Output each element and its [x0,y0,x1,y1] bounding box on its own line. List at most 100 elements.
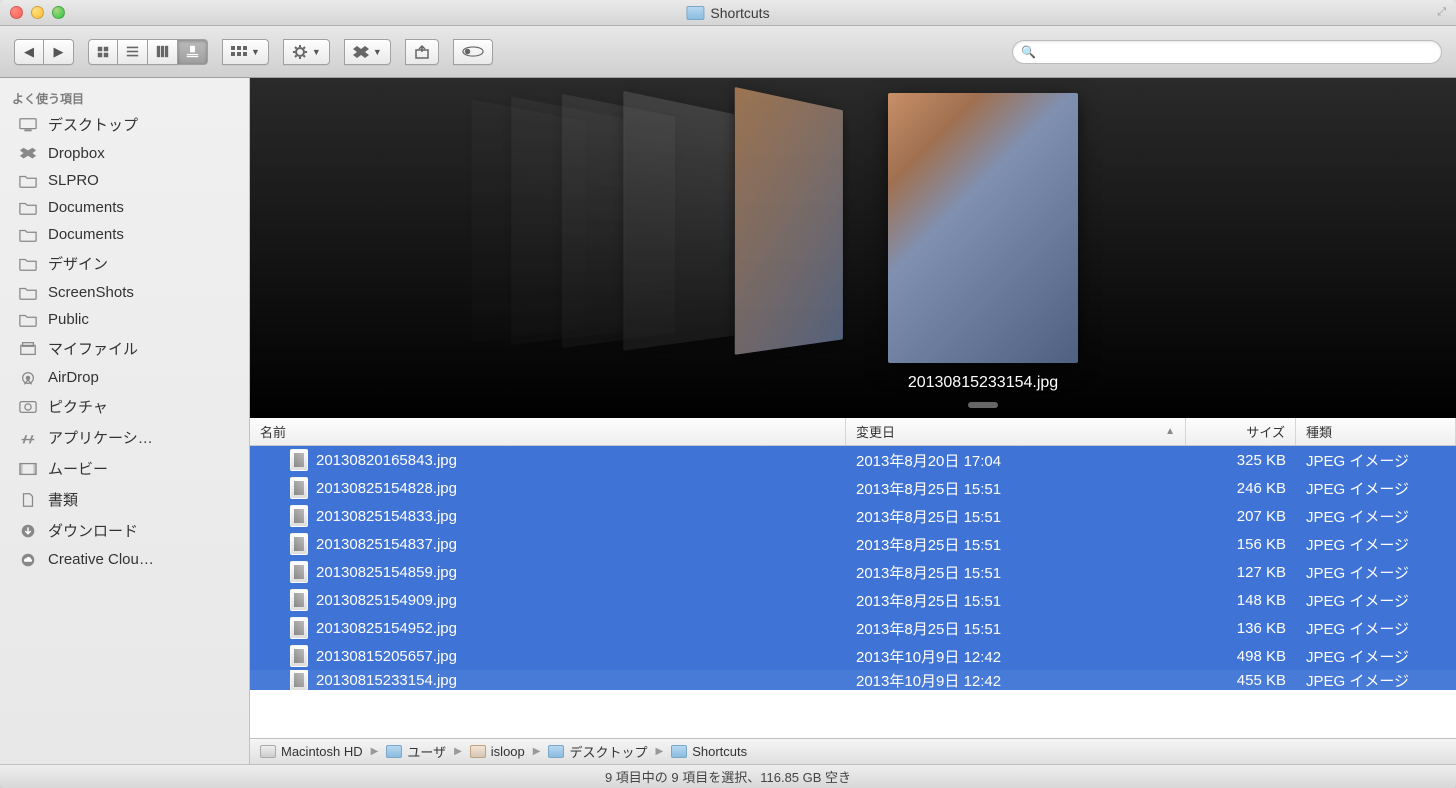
folder-icon [548,745,564,758]
file-icon [290,533,308,555]
view-buttons [88,39,208,65]
search-input[interactable] [1040,44,1433,59]
back-button[interactable]: ◀ [14,39,44,65]
minimize-button[interactable] [31,6,44,19]
sidebar-item[interactable]: ダウンロード [0,515,249,546]
chevron-right-icon: ▶ [371,746,379,757]
coverflow-item[interactable] [623,91,734,351]
file-name: 20130815205657.jpg [316,648,457,665]
sidebar-item-label: SLPRO [48,172,99,189]
list-header: 名前 変更日▲ サイズ 種類 [250,418,1456,446]
path-segment[interactable]: Shortcuts [671,744,747,759]
file-kind: JPEG イメージ [1296,642,1456,671]
arrange-group: ▼ [222,39,269,65]
sort-indicator-icon: ▲ [1165,426,1175,437]
file-name: 20130825154909.jpg [316,592,457,609]
sidebar-item-label: デスクトップ [48,114,138,135]
table-row[interactable]: 20130825154952.jpg 2013年8月25日 15:51 136 … [250,614,1456,642]
search-icon: 🔍 [1021,45,1036,59]
coverflow-item[interactable] [735,87,843,355]
sidebar-item[interactable]: Dropbox [0,140,249,167]
path-bar: Macintosh HD▶ユーザ▶isloop▶デスクトップ▶Shortcuts [250,738,1456,764]
sidebar-item[interactable]: マイファイル [0,333,249,364]
search-field[interactable]: 🔍 [1012,40,1442,64]
sidebar-item[interactable]: Documents [0,194,249,221]
table-row[interactable]: 20130825154859.jpg 2013年8月25日 15:51 127 … [250,558,1456,586]
path-segment[interactable]: デスクトップ [548,742,647,761]
sidebar-item[interactable]: Documents [0,221,249,248]
sidebar-item[interactable]: Creative Clou… [0,546,249,573]
sidebar-item-label: デザイン [48,253,108,274]
file-name: 20130815233154.jpg [316,672,457,689]
sidebar-item[interactable]: ムービー [0,453,249,484]
file-size: 246 KB [1186,476,1296,501]
file-size: 156 KB [1186,532,1296,557]
file-kind: JPEG イメージ [1296,446,1456,475]
sidebar: よく使う項目 デスクトップ Dropbox SLPRO Documents Docume… [0,78,250,764]
file-kind: JPEG イメージ [1296,502,1456,531]
fullscreen-icon[interactable]: ⤢ [1437,6,1446,19]
favorites-heading: よく使う項目 [0,84,249,109]
sidebar-item[interactable]: アプリケーシ… [0,422,249,453]
close-button[interactable] [10,6,23,19]
sidebar-item-label: アプリケーシ… [48,427,153,448]
tags-button[interactable] [453,39,493,65]
zoom-button[interactable] [52,6,65,19]
file-kind: JPEG イメージ [1296,474,1456,503]
sidebar-item-label: Dropbox [48,145,105,162]
sidebar-item[interactable]: SLPRO [0,167,249,194]
status-bar: 9 項目中の 9 項目を選択、116.85 GB 空き [0,764,1456,788]
file-icon [290,645,308,667]
sidebar-item[interactable]: Public [0,306,249,333]
table-row[interactable]: 20130825154909.jpg 2013年8月25日 15:51 148 … [250,586,1456,614]
coverflow-selected-item[interactable] [888,93,1078,363]
sidebar-item[interactable]: 書類 [0,484,249,515]
table-row[interactable]: 20130815233154.jpg 2013年10月9日 12:42 455 … [250,670,1456,690]
list-view-button[interactable] [118,39,148,65]
file-list[interactable]: 20130820165843.jpg 2013年8月20日 17:04 325 … [250,446,1456,738]
coverflow-stack [250,78,1456,418]
documents-icon [18,492,38,508]
sidebar-item[interactable]: デザイン [0,248,249,279]
path-label: Macintosh HD [281,744,363,759]
table-row[interactable]: 20130825154837.jpg 2013年8月25日 15:51 156 … [250,530,1456,558]
forward-button[interactable]: ▶ [44,39,74,65]
dropbox-button[interactable]: ▼ [344,39,391,65]
sidebar-item[interactable]: ピクチャ [0,391,249,422]
path-segment[interactable]: ユーザ [386,742,446,761]
sidebar-item[interactable]: ScreenShots [0,279,249,306]
coverflow-resize-handle[interactable] [968,402,998,408]
sidebar-item[interactable]: AirDrop [0,364,249,391]
disk-icon [260,745,276,758]
file-icon [290,561,308,583]
sidebar-item-label: ピクチャ [48,396,108,417]
path-segment[interactable]: Macintosh HD [260,744,363,759]
coverflow[interactable]: 20130815233154.jpg [250,78,1456,418]
column-kind[interactable]: 種類 [1296,418,1456,445]
path-segment[interactable]: isloop [470,744,525,759]
file-date: 2013年10月9日 12:42 [846,670,1186,690]
file-date: 2013年8月25日 15:51 [846,502,1186,531]
table-row[interactable]: 20130815205657.jpg 2013年10月9日 12:42 498 … [250,642,1456,670]
title-text: Shortcuts [710,5,769,21]
folder-icon [18,200,38,216]
file-icon [290,589,308,611]
sidebar-item[interactable]: デスクトップ [0,109,249,140]
share-button[interactable] [405,39,439,65]
file-date: 2013年8月25日 15:51 [846,558,1186,587]
file-icon [290,670,308,690]
tags-group [453,39,493,65]
icon-view-button[interactable] [88,39,118,65]
column-view-button[interactable] [148,39,178,65]
table-row[interactable]: 20130820165843.jpg 2013年8月20日 17:04 325 … [250,446,1456,474]
sidebar-item-label: Documents [48,199,124,216]
coverflow-view-button[interactable] [178,39,208,65]
table-row[interactable]: 20130825154833.jpg 2013年8月25日 15:51 207 … [250,502,1456,530]
column-date[interactable]: 変更日▲ [846,418,1186,445]
main-area: 20130815233154.jpg 名前 変更日▲ サイズ 種類 201308… [250,78,1456,764]
arrange-button[interactable]: ▼ [222,39,269,65]
action-button[interactable]: ▼ [283,39,330,65]
column-name[interactable]: 名前 [250,418,846,445]
table-row[interactable]: 20130825154828.jpg 2013年8月25日 15:51 246 … [250,474,1456,502]
column-size[interactable]: サイズ [1186,418,1296,445]
